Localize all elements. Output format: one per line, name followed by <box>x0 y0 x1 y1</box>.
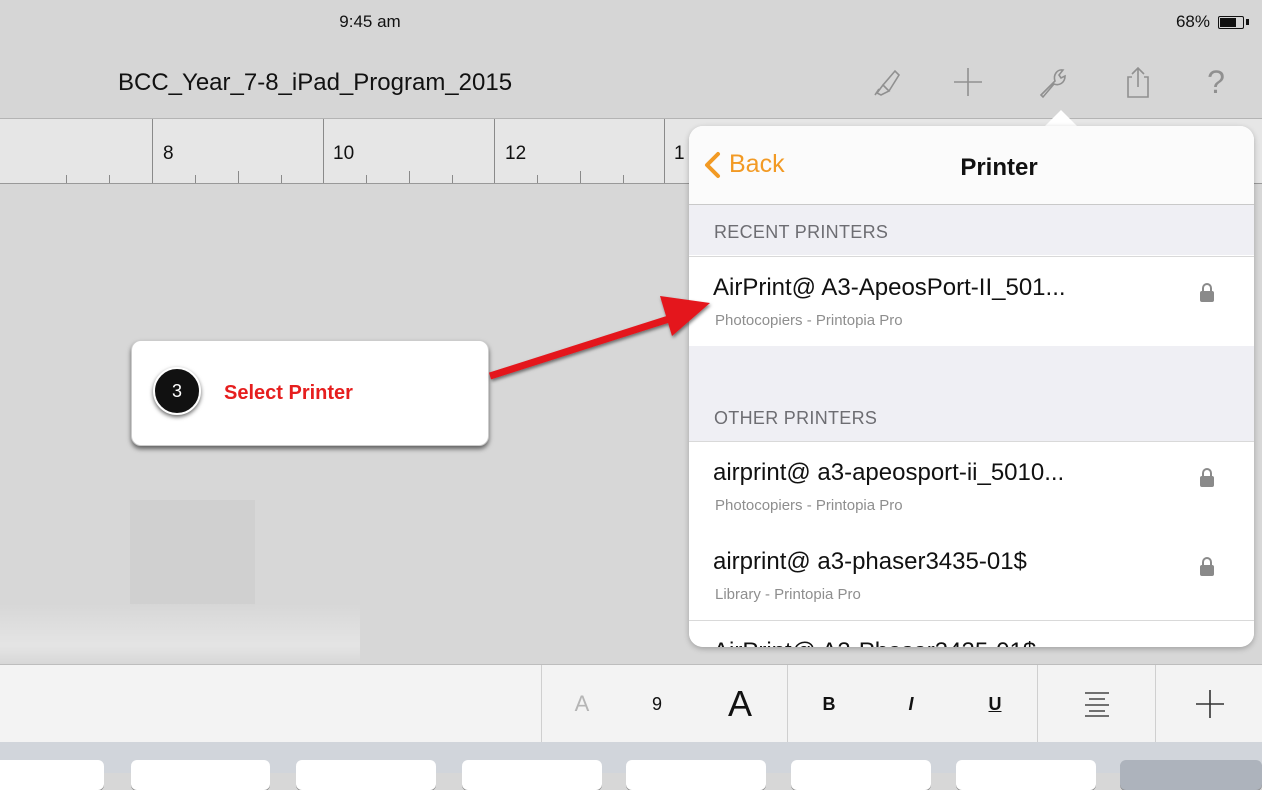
keyboard <box>0 742 1262 790</box>
increase-font-button[interactable]: A <box>693 665 787 743</box>
section-header-other: OTHER PRINTERS <box>689 346 1254 441</box>
faint-image-placeholder <box>130 500 255 610</box>
faint-text-area <box>0 604 360 664</box>
status-time: 9:45 am <box>339 12 401 31</box>
keyboard-key[interactable] <box>626 760 766 790</box>
ruler-label: 10 <box>333 143 355 164</box>
format-bar: A 9 A B I U <box>0 664 1262 743</box>
printer-popover: Back Printer RECENT PRINTERS AirPrint@ A… <box>689 126 1254 647</box>
section-header-recent: RECENT PRINTERS <box>689 205 1254 255</box>
title-bar: BCC_Year_7-8_iPad_Program_2015 ? <box>0 46 1262 119</box>
keyboard-key[interactable] <box>791 760 931 790</box>
ruler-label: 12 <box>505 143 527 164</box>
keyboard-key[interactable] <box>296 760 436 790</box>
lock-icon <box>1200 283 1214 302</box>
paintbrush-icon[interactable] <box>864 60 908 104</box>
keyboard-key[interactable] <box>956 760 1096 790</box>
plus-icon[interactable] <box>946 60 990 104</box>
keyboard-key[interactable] <box>131 760 270 790</box>
help-icon[interactable]: ? <box>1194 60 1238 104</box>
battery-tip <box>1246 19 1249 25</box>
battery-percent: 68% <box>1175 12 1210 31</box>
keyboard-key[interactable] <box>462 760 602 790</box>
printer-location: Library - Printopia Pro <box>715 586 861 603</box>
keyboard-key[interactable] <box>0 760 104 790</box>
popover-header: Back Printer <box>689 126 1254 205</box>
printer-row[interactable]: AirPrint@ A3-Phaser3435-01$ <box>689 621 1254 647</box>
callout-text: Select Printer <box>224 382 353 404</box>
insert-plus-icon[interactable] <box>1155 665 1262 743</box>
lock-icon <box>1200 468 1214 487</box>
share-icon[interactable] <box>1116 60 1160 104</box>
printer-location: Photocopiers - Printopia Pro <box>715 497 903 514</box>
italic-button[interactable]: I <box>869 665 953 743</box>
step-number-badge: 3 <box>153 367 201 415</box>
status-bar: 9:45 am 68% <box>0 0 1262 46</box>
section-title: RECENT PRINTERS <box>714 222 889 242</box>
annotation-callout: 3 Select Printer <box>131 340 489 446</box>
printer-row[interactable]: AirPrint@ A3-ApeosPort-II_501... Photoco… <box>689 256 1254 347</box>
ruler-label: 1 <box>674 143 685 164</box>
printer-name: AirPrint@ A3-ApeosPort-II_501... <box>713 274 1066 301</box>
printer-name: AirPrint@ A3-Phaser3435-01$ <box>713 638 1036 647</box>
decrease-font-button[interactable]: A <box>541 665 622 743</box>
ruler-label: 8 <box>163 143 174 164</box>
wrench-icon[interactable] <box>1030 60 1074 104</box>
bold-button[interactable]: B <box>787 665 870 743</box>
align-center-icon[interactable] <box>1037 665 1156 743</box>
font-size-value[interactable]: 9 <box>621 665 693 743</box>
lock-icon <box>1200 557 1214 576</box>
document-title[interactable]: BCC_Year_7-8_iPad_Program_2015 <box>118 69 512 97</box>
printer-row[interactable]: airprint@ a3-phaser3435-01$ Library - Pr… <box>689 531 1254 621</box>
printer-row[interactable]: airprint@ a3-apeosport-ii_5010... Photoc… <box>689 441 1254 532</box>
underline-button[interactable]: U <box>953 665 1037 743</box>
section-title: OTHER PRINTERS <box>714 408 878 428</box>
printer-name: airprint@ a3-apeosport-ii_5010... <box>713 459 1065 486</box>
printer-location: Photocopiers - Printopia Pro <box>715 312 903 329</box>
battery-icon <box>1218 16 1244 29</box>
popover-title: Printer <box>960 154 1038 181</box>
printer-name: airprint@ a3-phaser3435-01$ <box>713 548 1027 575</box>
keyboard-key[interactable] <box>1120 760 1262 790</box>
